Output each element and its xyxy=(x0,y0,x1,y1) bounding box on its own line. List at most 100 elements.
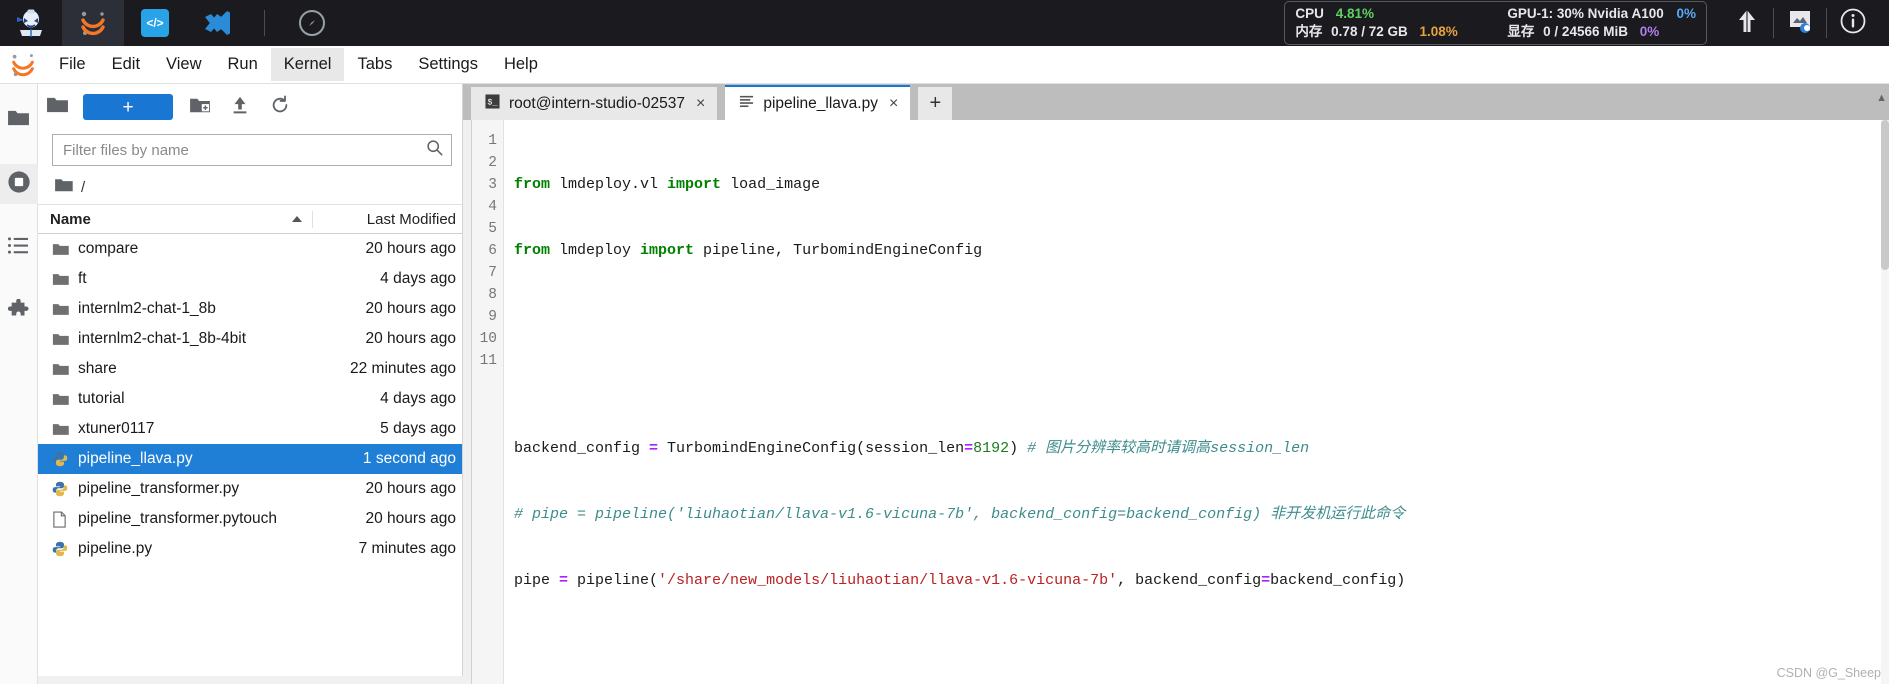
list-item[interactable]: pipeline.py 7 minutes ago xyxy=(38,534,462,564)
table-of-contents-icon xyxy=(7,236,30,260)
code-line-2: from lmdeploy import pipeline, Turbomind… xyxy=(514,242,983,259)
filter-wrapper xyxy=(38,130,462,174)
editor-vertical-scrollbar[interactable] xyxy=(1881,120,1889,684)
info-button[interactable] xyxy=(1827,0,1879,46)
sidebar-item-extensions[interactable] xyxy=(0,292,38,332)
filter-files-box[interactable] xyxy=(52,134,452,166)
breadcrumb[interactable]: / xyxy=(38,174,462,204)
compass-button[interactable] xyxy=(281,0,343,46)
line-number: 3 xyxy=(488,177,497,193)
search-icon xyxy=(426,139,443,161)
upload-icon xyxy=(230,95,250,120)
close-icon[interactable]: × xyxy=(887,95,900,112)
list-item[interactable]: pipeline_transformer.pytouch 20 hours ag… xyxy=(38,504,462,534)
file-modified: 7 minutes ago xyxy=(358,540,456,557)
line-number: 4 xyxy=(488,199,497,215)
file-modified: 5 days ago xyxy=(380,420,456,437)
robot-logo-launcher[interactable] xyxy=(0,0,62,46)
menu-kernel[interactable]: Kernel xyxy=(270,48,345,81)
code-content[interactable]: from lmdeploy.vl import load_image from … xyxy=(504,120,1889,684)
close-icon[interactable]: × xyxy=(694,95,707,112)
search-input[interactable] xyxy=(63,141,426,159)
gpu-label: GPU-1: 30% Nvidia A100 xyxy=(1507,6,1664,21)
cpu-label: CPU xyxy=(1295,6,1324,21)
running-terminals-icon xyxy=(7,170,31,199)
vscode-app-button[interactable] xyxy=(186,0,248,46)
resource-monitor: CPU 4.81% GPU-1: 30% Nvidia A100 0% 内存 0… xyxy=(1284,1,1707,45)
jupyterlab-window: </> CPU 4.81% GPU-1: 30% Nvidia A100 0% … xyxy=(0,0,1889,684)
list-item[interactable]: compare 20 hours ago xyxy=(38,234,462,264)
info-icon xyxy=(1839,7,1867,40)
menu-tabs[interactable]: Tabs xyxy=(344,48,405,81)
sidebar-icon-rail xyxy=(0,84,38,684)
file-name: tutorial xyxy=(78,390,125,407)
menu-view[interactable]: View xyxy=(153,48,214,81)
sidebar-item-table-of-contents[interactable] xyxy=(0,228,38,268)
list-item[interactable]: tutorial 4 days ago xyxy=(38,384,462,414)
code-line-6: # pipe = pipeline('liuhaotian/llava-v1.6… xyxy=(514,506,1406,523)
scrollbar-thumb[interactable] xyxy=(1881,120,1889,270)
menu-file[interactable]: File xyxy=(46,48,99,81)
file-modified: 20 hours ago xyxy=(365,480,457,497)
menu-settings[interactable]: Settings xyxy=(405,48,491,81)
breadcrumb-path: / xyxy=(81,178,86,196)
file-name: pipeline.py xyxy=(78,540,153,557)
vram-value: 0 / 24566 MiB xyxy=(1543,24,1628,39)
upload-arrow-button[interactable] xyxy=(1721,0,1773,46)
file-browser-toolbar: + xyxy=(38,84,462,130)
line-number: 10 xyxy=(479,331,497,347)
tab-pipeline-llava[interactable]: pipeline_llava.py × xyxy=(725,85,911,120)
refresh-button[interactable] xyxy=(267,94,293,120)
menu-run[interactable]: Run xyxy=(215,48,271,81)
upload-files-button[interactable] xyxy=(227,94,253,120)
python-file-icon xyxy=(52,451,78,467)
code-line-5: backend_config = TurbomindEngineConfig(s… xyxy=(514,440,1310,457)
image-toggle-button[interactable] xyxy=(1774,0,1826,46)
cpu-value: 4.81% xyxy=(1335,6,1374,21)
line-number: 6 xyxy=(488,243,497,259)
folder-icon xyxy=(52,332,78,347)
tab-terminal[interactable]: $_ root@intern-studio-02537 × xyxy=(471,87,718,120)
new-tab-button[interactable]: + xyxy=(918,87,953,120)
new-folder-button[interactable] xyxy=(187,94,213,120)
file-modified: 20 hours ago xyxy=(365,330,457,347)
sidebar-item-running-terminals[interactable] xyxy=(0,164,38,204)
file-name: compare xyxy=(78,240,139,257)
scroll-up-arrow-icon[interactable]: ▲ xyxy=(1876,92,1887,104)
python-file-icon xyxy=(52,481,78,497)
browser-bottom-edge xyxy=(38,676,463,684)
menu-bar: File Edit View Run Kernel Tabs Settings … xyxy=(0,46,1889,84)
code-server-app-button[interactable]: </> xyxy=(124,0,186,46)
new-launcher-button[interactable]: + xyxy=(83,94,173,120)
menu-help[interactable]: Help xyxy=(491,48,551,81)
column-header-last-modified[interactable]: Last Modified xyxy=(312,210,462,228)
line-number: 2 xyxy=(488,155,497,171)
gpu-value: 0% xyxy=(1676,6,1696,21)
list-item-selected[interactable]: pipeline_llava.py 1 second ago xyxy=(38,444,462,474)
column-header-name[interactable]: Name xyxy=(50,211,312,228)
memory-label: 内存 xyxy=(1295,24,1323,39)
cpu-group: CPU 4.81% xyxy=(1295,5,1507,22)
list-item[interactable]: pipeline_transformer.py 20 hours ago xyxy=(38,474,462,504)
folder-icon xyxy=(54,177,74,197)
svg-text:$_: $_ xyxy=(487,97,498,107)
resource-row-bottom: 内存 0.78 / 72 GB 1.08% 显存 0 / 24566 MiB 0… xyxy=(1295,23,1696,40)
jupyter-icon xyxy=(78,8,108,38)
list-item[interactable]: ft 4 days ago xyxy=(38,264,462,294)
gpu-group: GPU-1: 30% Nvidia A100 0% xyxy=(1507,5,1696,22)
file-modified: 22 minutes ago xyxy=(350,360,456,377)
code-line-1: from lmdeploy.vl import load_image xyxy=(514,176,821,193)
editor-tab-bar: $_ root@intern-studio-02537 × pipeline_l… xyxy=(463,84,1889,120)
line-number: 9 xyxy=(488,309,497,325)
upload-arrow-icon xyxy=(1734,7,1760,40)
sidebar-item-file-browser[interactable] xyxy=(0,100,38,140)
list-item[interactable]: internlm2-chat-1_8b 20 hours ago xyxy=(38,294,462,324)
line-number: 1 xyxy=(488,133,497,149)
code-editor[interactable]: 1 2 3 4 5 6 7 8 9 10 11 from lmdeploy.vl… xyxy=(471,120,1889,684)
menu-edit[interactable]: Edit xyxy=(99,48,153,81)
jupyter-app-button[interactable] xyxy=(62,0,124,46)
list-item[interactable]: xtuner0117 5 days ago xyxy=(38,414,462,444)
list-item[interactable]: share 22 minutes ago xyxy=(38,354,462,384)
list-item[interactable]: internlm2-chat-1_8b-4bit 20 hours ago xyxy=(38,324,462,354)
